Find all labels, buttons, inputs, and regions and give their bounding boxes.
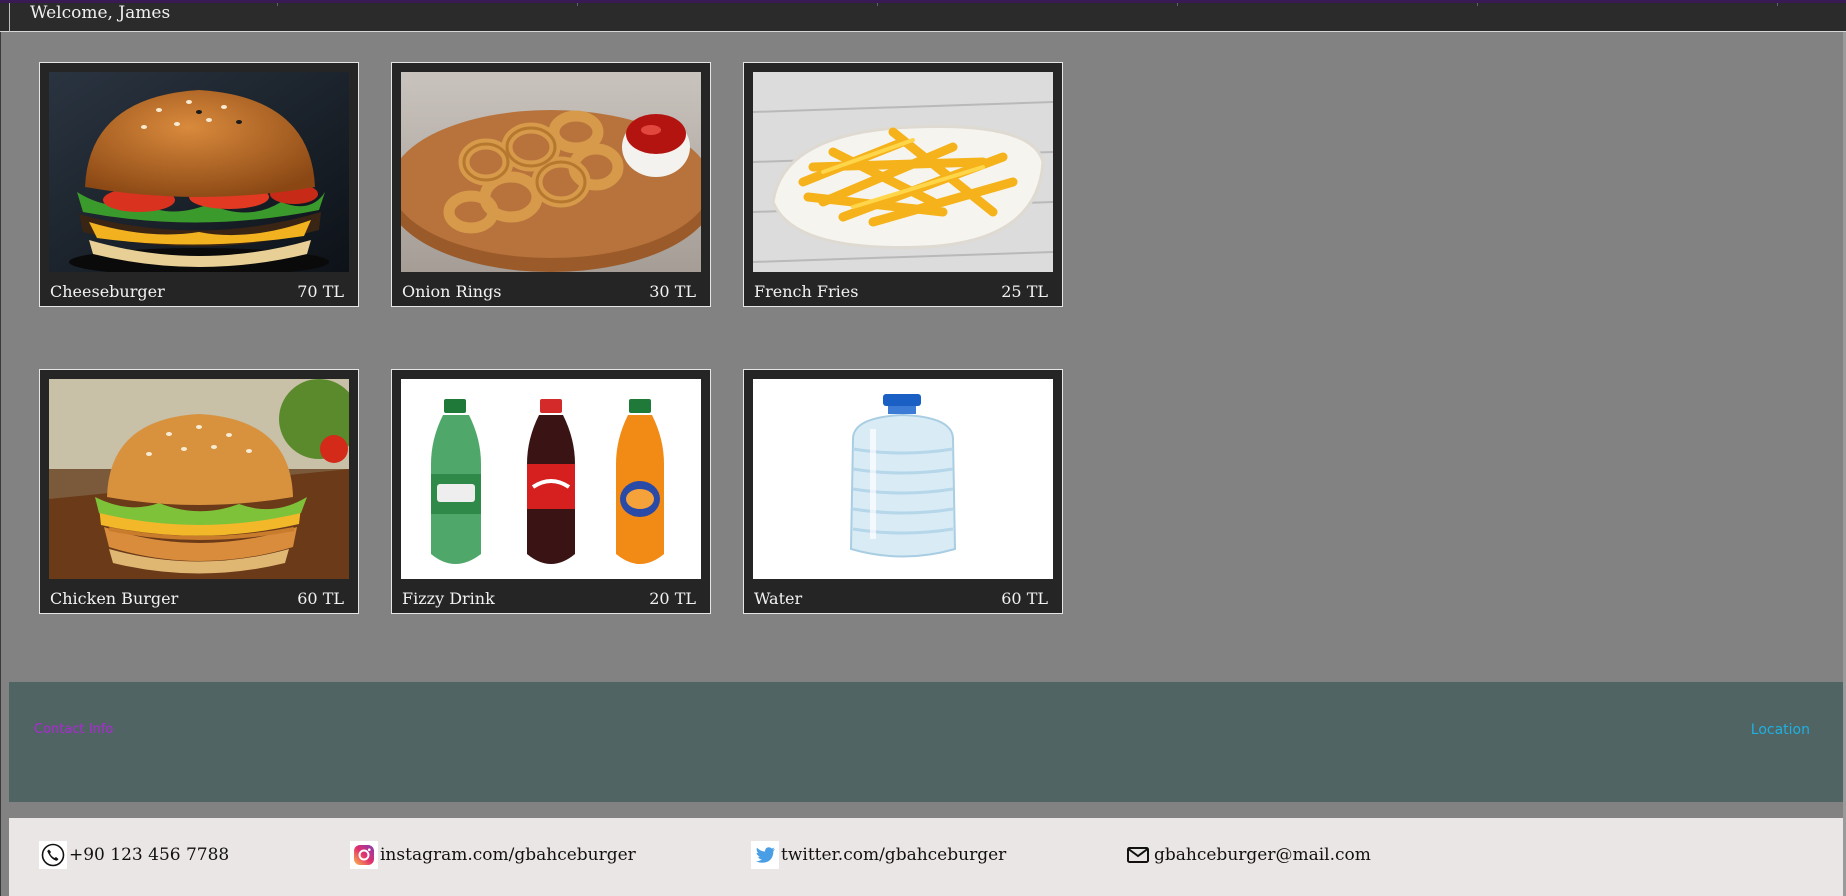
nav-divider <box>1777 3 1778 6</box>
nav-divider <box>1177 3 1178 6</box>
item-name: Cheeseburger <box>50 282 165 301</box>
nav-divider <box>1477 3 1478 6</box>
fizzy-drinks-image <box>401 379 701 579</box>
welcome-text: Welcome, James <box>30 3 171 23</box>
item-price: 25 TL <box>1001 282 1048 301</box>
contact-info-link[interactable]: Contact Info <box>34 722 113 737</box>
chicken-burger-image <box>49 379 349 579</box>
menu-card-fizzy-drink[interactable]: Fizzy Drink 20 TL <box>391 369 711 614</box>
phone-contact[interactable]: +90 123 456 7788 <box>39 840 229 870</box>
item-price: 70 TL <box>297 282 344 301</box>
item-name: Water <box>754 589 803 608</box>
onion-rings-image <box>401 72 701 272</box>
twitter-contact[interactable]: twitter.com/gbahceburger <box>751 840 1006 870</box>
twitter-icon <box>751 841 779 869</box>
navbar-edge <box>9 3 10 32</box>
item-name: Chicken Burger <box>50 589 179 608</box>
item-price: 60 TL <box>1001 589 1048 608</box>
item-price: 30 TL <box>649 282 696 301</box>
item-name: French Fries <box>754 282 859 301</box>
menu-card-french-fries[interactable]: French Fries 25 TL <box>743 62 1063 307</box>
mail-icon <box>1124 841 1152 869</box>
nav-divider <box>277 3 278 6</box>
top-navbar: Welcome, James <box>0 0 1846 32</box>
cheeseburger-image <box>49 72 349 272</box>
nav-divider <box>577 3 578 6</box>
water-bottle-image <box>753 379 1053 579</box>
nav-divider <box>877 3 878 6</box>
location-link[interactable]: Location <box>1751 722 1810 738</box>
item-price: 60 TL <box>297 589 344 608</box>
email-address: gbahceburger@mail.com <box>1154 845 1371 865</box>
footer-links-band: Contact Info Location <box>9 682 1843 802</box>
menu-card-cheeseburger[interactable]: Cheeseburger 70 TL <box>39 62 359 307</box>
item-price: 20 TL <box>649 589 696 608</box>
phone-icon <box>39 841 67 869</box>
instagram-icon <box>350 841 378 869</box>
menu-card-onion-rings[interactable]: Onion Rings 30 TL <box>391 62 711 307</box>
phone-number: +90 123 456 7788 <box>69 845 230 865</box>
menu-card-water[interactable]: Water 60 TL <box>743 369 1063 614</box>
instagram-contact[interactable]: instagram.com/gbahceburger <box>350 840 636 870</box>
email-contact[interactable]: gbahceburger@mail.com <box>1124 840 1371 870</box>
instagram-handle: instagram.com/gbahceburger <box>380 845 636 865</box>
menu-card-chicken-burger[interactable]: Chicken Burger 60 TL <box>39 369 359 614</box>
window-left-edge <box>0 0 1 896</box>
french-fries-image <box>753 72 1053 272</box>
item-name: Onion Rings <box>402 282 502 301</box>
item-name: Fizzy Drink <box>402 589 495 608</box>
contact-strip: +90 123 456 7788 instagram.com/gbahcebur… <box>9 818 1843 896</box>
twitter-handle: twitter.com/gbahceburger <box>781 845 1007 865</box>
